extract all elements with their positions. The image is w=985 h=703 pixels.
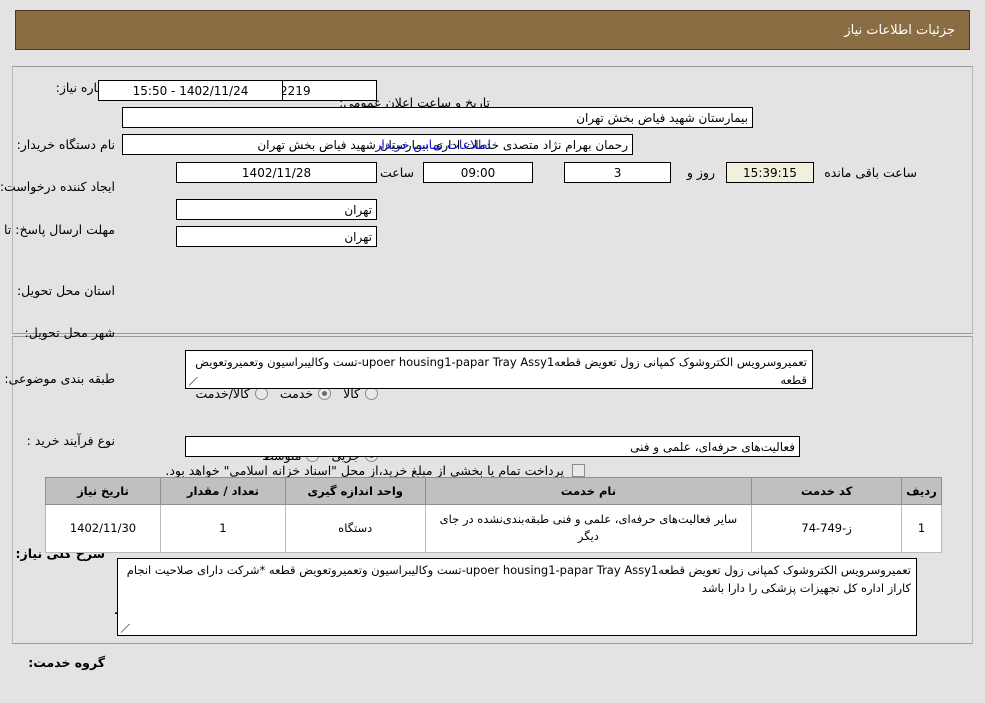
need-details-page: جزئیات اطلاعات نیاز AriaTender.net شماره…: [0, 0, 985, 703]
services-table: ردیف کد خدمت نام خدمت واحد اندازه گیری ت…: [45, 477, 942, 553]
treasury-checkbox-row: پرداخت تمام یا بخشی از مبلغ خرید،از محل …: [0, 463, 585, 478]
remaining-days-value: 3: [564, 162, 671, 183]
th-unit: واحد اندازه گیری: [284, 477, 426, 505]
countdown-timer-value: 15:39:15: [726, 162, 814, 183]
city-label: شهر محل تحویل:: [24, 325, 115, 341]
th-quantity: تعداد / مقدار: [159, 477, 286, 505]
category-label-row: طبقه بندی موضوعی:: [0, 371, 115, 386]
page-header-bar: جزئیات اطلاعات نیاز: [15, 10, 970, 50]
process-type-label: نوع فرآیند خرید :: [26, 433, 115, 449]
buyer-contact-link[interactable]: اطلاعات تماس خریدار: [375, 137, 491, 152]
th-radif: ردیف: [901, 477, 942, 505]
cell-unit: دستگاه: [284, 504, 426, 553]
radio-category-khedmat[interactable]: [318, 387, 332, 401]
city-value: تهران: [176, 226, 377, 247]
city-label-row: شهر محل تحویل:: [0, 325, 115, 340]
announce-datetime-value: 1402/11/24 - 15:50: [98, 80, 283, 101]
buyer-org-label-row: نام دستگاه خریدار:: [0, 137, 115, 152]
description-textarea[interactable]: تعمیروسرویس الکتروشوک کمپانی زول تعویض ق…: [185, 350, 813, 389]
process-label-row: نوع فرآیند خرید :: [0, 433, 115, 448]
cell-radif: 1: [901, 504, 942, 553]
province-label: استان محل تحویل:: [16, 283, 115, 299]
category-label: طبقه بندی موضوعی:: [4, 371, 115, 387]
creator-label-row: ایجاد کننده درخواست:: [0, 179, 115, 194]
service-group-label-row: گروه خدمت:: [0, 655, 105, 670]
buyer-notes-textarea[interactable]: تعمیروسرویس الکتروشوک کمپانی زول تعویض ق…: [117, 558, 917, 636]
hour-label: ساعت: [379, 165, 414, 180]
cell-service-name: سایر فعالیت‌های حرفه‌ای، علمی و فنی طبقه…: [424, 504, 753, 553]
province-value: تهران: [176, 199, 377, 220]
treasury-bond-label: پرداخت تمام یا بخشی از مبلغ خرید،از محل …: [165, 463, 564, 479]
service-group-label: گروه خدمت:: [28, 655, 105, 671]
th-service-code: کد خدمت: [751, 477, 903, 505]
days-label: روز و: [686, 165, 715, 180]
radio-category-kala[interactable]: [365, 387, 378, 401]
deadline-label-row: مهلت ارسال پاسخ: تا تاریخ:: [0, 217, 115, 240]
treasury-bond-checkbox[interactable]: [572, 464, 585, 478]
cell-service-code: ز-749-74: [751, 504, 903, 553]
page-title: جزئیات اطلاعات نیاز: [844, 22, 955, 38]
table-header-row: ردیف کد خدمت نام خدمت واحد اندازه گیری ت…: [45, 477, 942, 505]
deadline-date-value: 1402/11/28: [176, 162, 377, 183]
deadline-label: مهلت ارسال پاسخ: تا تاریخ:: [0, 222, 115, 237]
buyer-org-label: نام دستگاه خریدار:: [16, 137, 115, 152]
creator-label: ایجاد کننده درخواست:: [0, 179, 115, 194]
deadline-time-value: 09:00: [423, 162, 533, 183]
radio-category-kala-khedmat[interactable]: [254, 387, 268, 401]
table-row: 1 ز-749-74 سایر فعالیت‌های حرفه‌ای، علمی…: [45, 504, 942, 553]
province-label-row: استان محل تحویل:: [0, 283, 115, 298]
th-service-name: نام خدمت: [424, 477, 753, 505]
buyer-org-value: بیمارستان شهید فیاض بخش تهران: [122, 107, 753, 128]
service-group-value: فعالیت‌های حرفه‌ای، علمی و فنی: [185, 436, 800, 457]
th-need-date: تاریخ نیاز: [45, 477, 161, 505]
cell-need-date: 1402/11/30: [45, 504, 161, 553]
countdown-label: ساعت باقی مانده: [824, 165, 917, 180]
cell-quantity: 1: [159, 504, 286, 553]
